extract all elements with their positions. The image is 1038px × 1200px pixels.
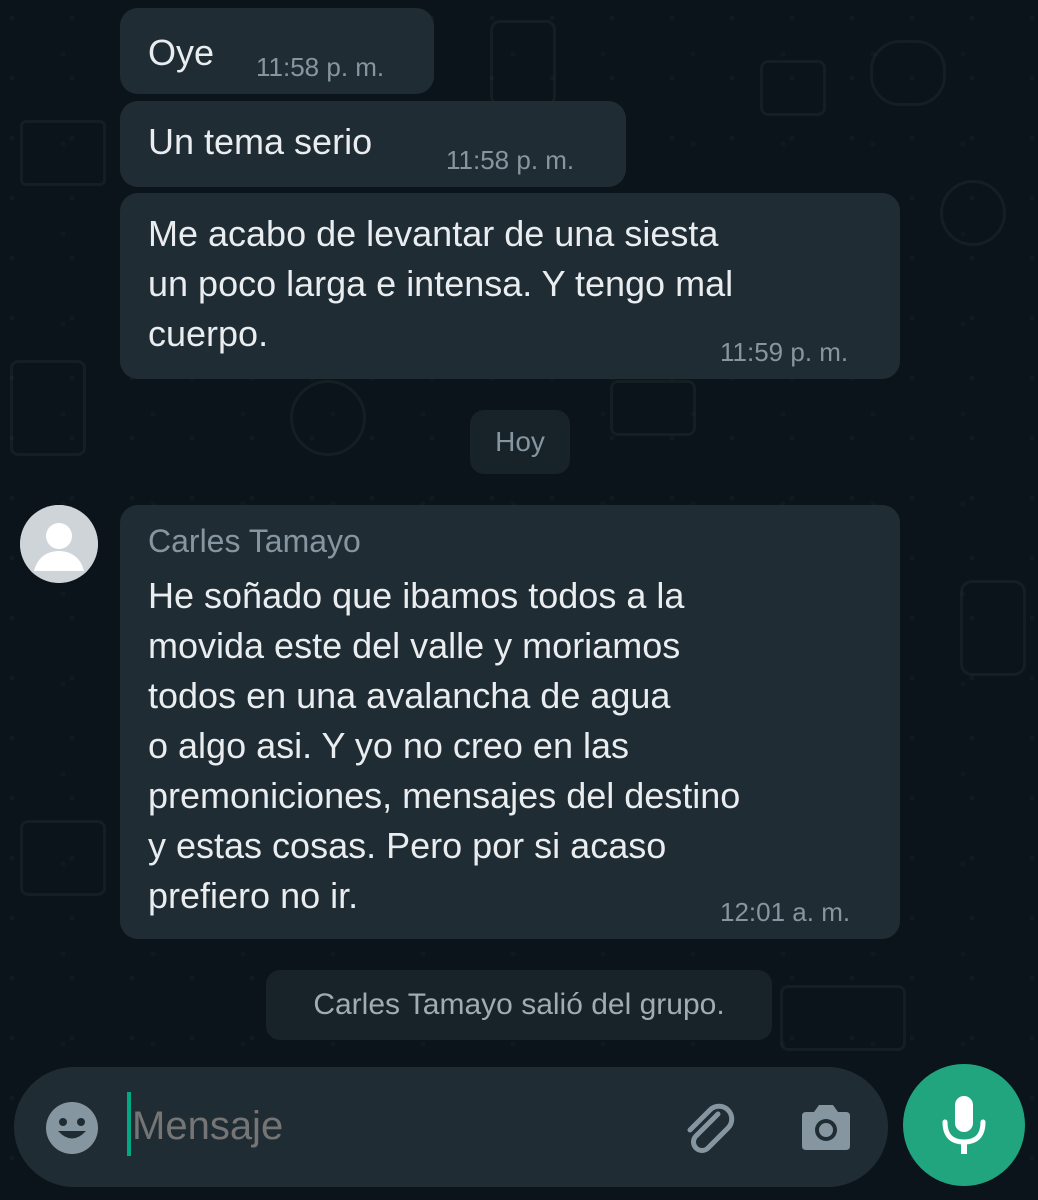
avatar[interactable] xyxy=(20,505,98,583)
message-time: 12:01 a. m. xyxy=(720,897,851,927)
message-time: 11:58 p. m. xyxy=(256,52,385,82)
wallpaper-doodle xyxy=(20,820,106,896)
message-composer xyxy=(14,1067,888,1187)
wallpaper-doodle xyxy=(960,580,1026,676)
camera-icon[interactable] xyxy=(796,1100,856,1156)
message-text: Oye xyxy=(148,32,215,73)
text-cursor xyxy=(127,1092,131,1156)
wallpaper-doodle xyxy=(870,40,946,106)
default-avatar-icon xyxy=(20,505,98,583)
message-time: 11:59 p. m. xyxy=(720,337,849,367)
sender-name[interactable]: Carles Tamayo xyxy=(148,523,361,560)
message-bubble[interactable]: Me acabo de levantar de una siesta un po… xyxy=(120,193,900,379)
message-input[interactable] xyxy=(132,1091,652,1161)
wallpaper-doodle xyxy=(780,985,906,1051)
message-bubble[interactable]: Carles Tamayo He soñado que ibamos todos… xyxy=(120,505,900,939)
mic-button[interactable] xyxy=(903,1064,1025,1186)
wallpaper-doodle xyxy=(20,120,106,186)
wallpaper-doodle xyxy=(940,180,1006,246)
emoji-icon[interactable] xyxy=(44,1100,100,1156)
wallpaper-doodle xyxy=(490,20,556,106)
message-text: Me acabo de levantar de una siesta un po… xyxy=(148,213,734,354)
wallpaper-doodle xyxy=(610,380,696,436)
wallpaper-doodle xyxy=(760,60,826,116)
message-text: Un tema serio xyxy=(148,121,373,162)
wallpaper-doodle xyxy=(10,360,86,456)
message-time: 11:58 p. m. xyxy=(446,145,575,175)
message-bubble[interactable]: Un tema serio 11:58 p. m. xyxy=(120,101,626,187)
microphone-icon xyxy=(942,1096,986,1154)
message-bubble[interactable]: Oye 11:58 p. m. xyxy=(120,8,434,94)
system-message: Carles Tamayo salió del grupo. xyxy=(266,970,772,1040)
message-text: He soñado que ibamos todos a la movida e… xyxy=(148,575,741,916)
wallpaper-doodle xyxy=(290,380,366,456)
date-divider: Hoy xyxy=(470,410,570,474)
paperclip-icon[interactable] xyxy=(678,1100,738,1160)
